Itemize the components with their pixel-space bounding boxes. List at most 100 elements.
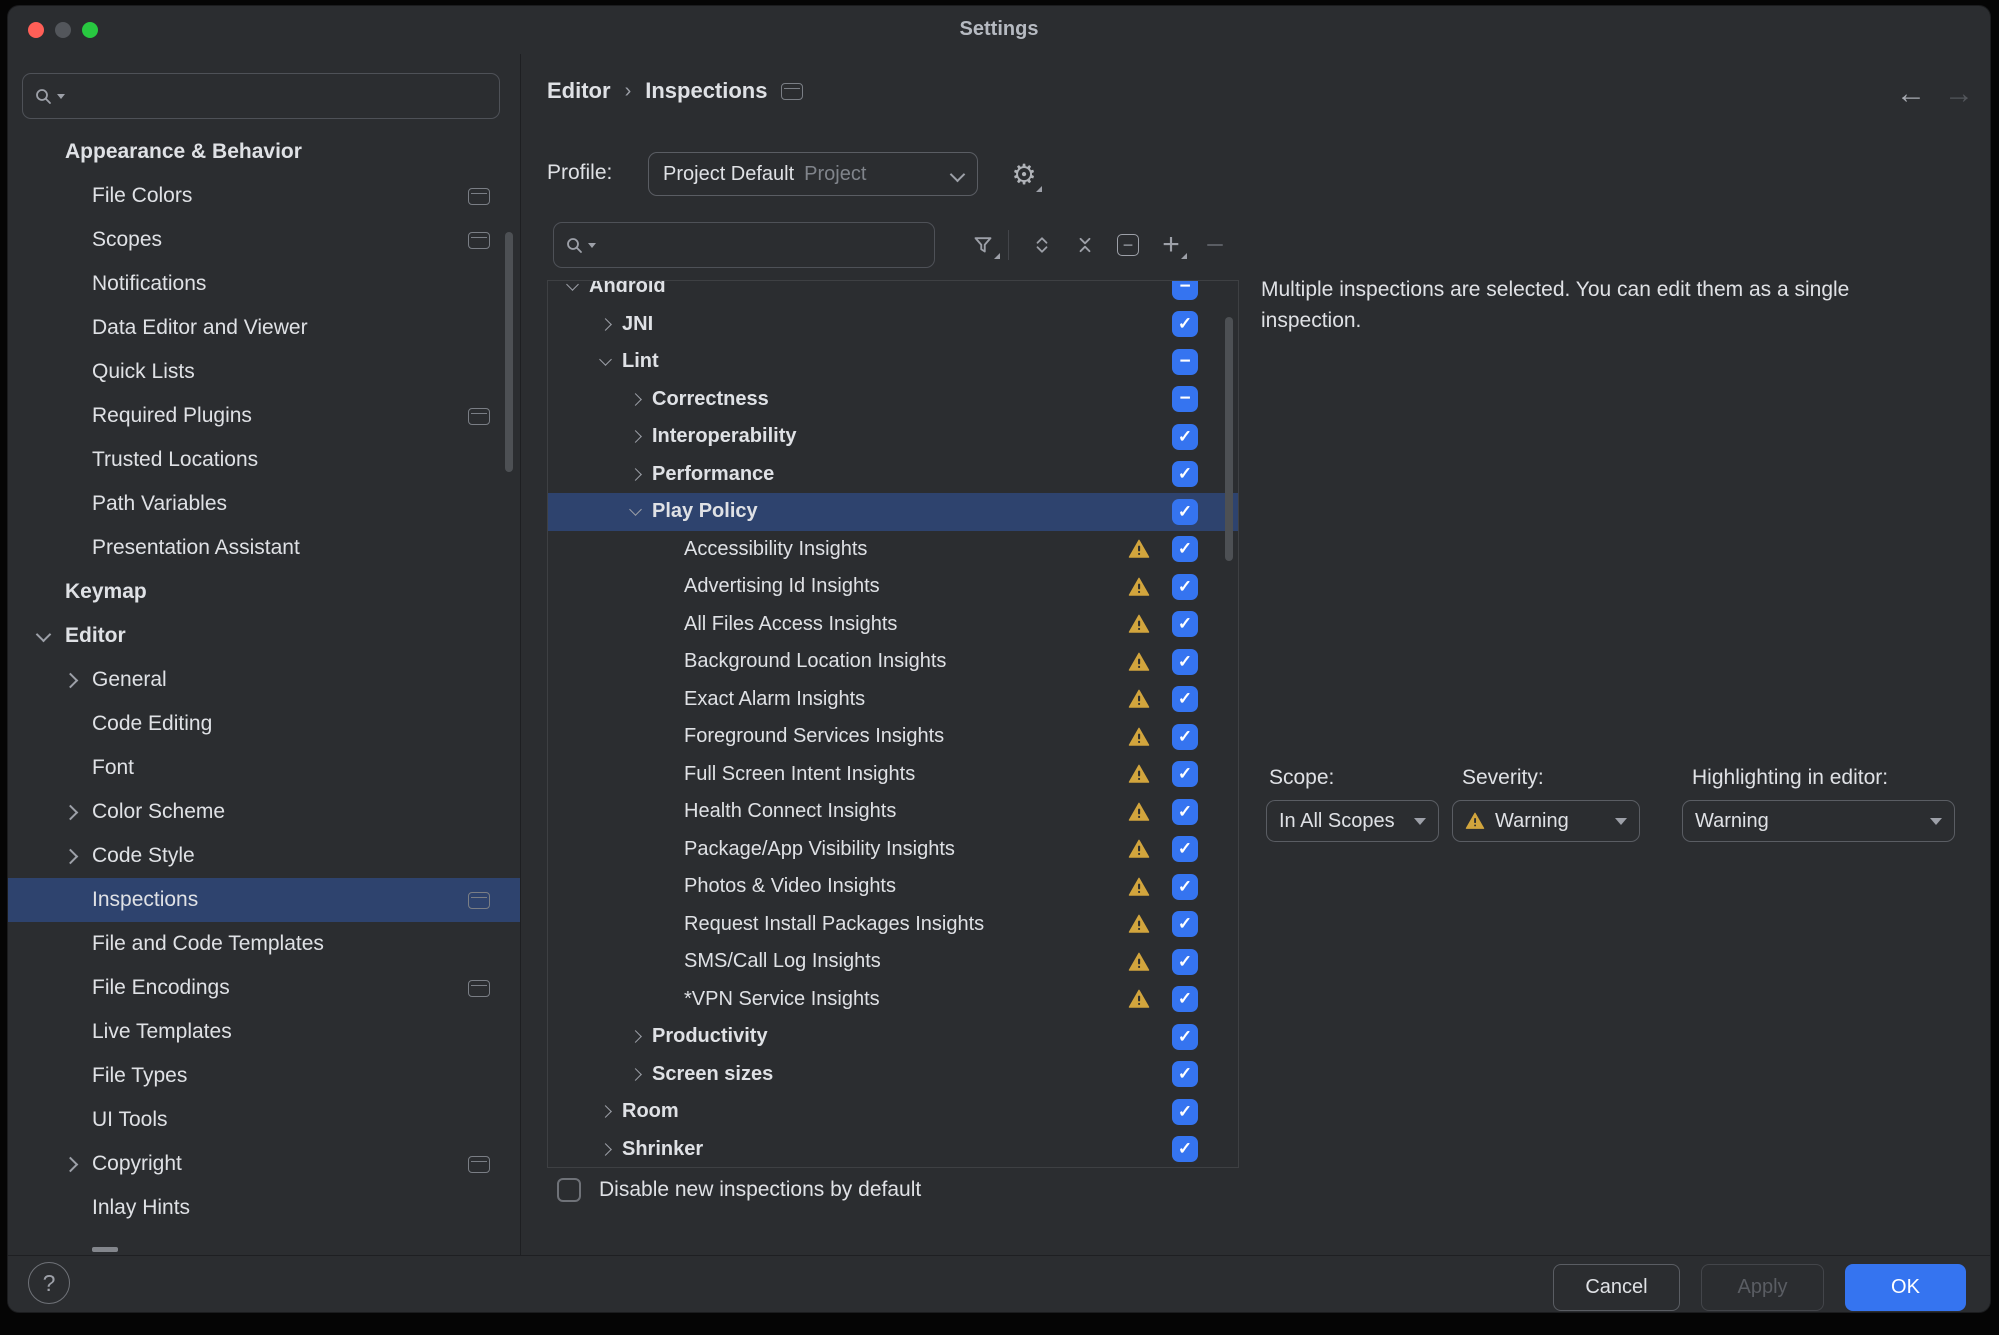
chevron-right-icon[interactable] (626, 465, 644, 483)
expand-all-button[interactable] (1025, 228, 1059, 262)
tree-row-room[interactable]: Room✓ (548, 1093, 1238, 1131)
sidebar-item-trusted-locations[interactable]: Trusted Locations (8, 438, 520, 482)
checkbox-checked[interactable]: ✓ (1172, 311, 1198, 337)
sidebar-section-appearance-behavior[interactable]: Appearance & Behavior (8, 130, 520, 174)
chevron-right-icon[interactable] (596, 1103, 614, 1121)
tree-row-foreground-services-insights[interactable]: Foreground Services Insights✓ (548, 718, 1238, 756)
checkbox-mixed[interactable]: − (1172, 349, 1198, 375)
sidebar-item-general[interactable]: General (8, 658, 520, 702)
tree-row-health-connect-insights[interactable]: Health Connect Insights✓ (548, 793, 1238, 831)
checkbox-checked[interactable]: ✓ (1172, 1024, 1198, 1050)
chevron-right-icon[interactable] (60, 670, 80, 690)
chevron-right-icon[interactable] (60, 846, 80, 866)
tree-row-sms-call-log-insights[interactable]: SMS/Call Log Insights✓ (548, 943, 1238, 981)
sidebar-section-keymap[interactable]: Keymap (8, 570, 520, 614)
tree-row-screen-sizes[interactable]: Screen sizes✓ (548, 1056, 1238, 1094)
tree-row-jni[interactable]: JNI✓ (548, 306, 1238, 344)
sidebar-section-editor[interactable]: Editor (8, 614, 520, 658)
sidebar-item-file-encodings[interactable]: File Encodings (8, 966, 520, 1010)
sidebar-search-input[interactable] (22, 73, 500, 119)
tree-row-photos-video-insights[interactable]: Photos & Video Insights✓ (548, 868, 1238, 906)
tree-row-vpn-service-insights[interactable]: *VPN Service Insights✓ (548, 981, 1238, 1019)
sidebar-item-file-colors[interactable]: File Colors (8, 174, 520, 218)
sidebar-item-copyright[interactable]: Copyright (8, 1142, 520, 1186)
checkbox-checked[interactable]: ✓ (1172, 836, 1198, 862)
checkbox-checked[interactable]: ✓ (1172, 461, 1198, 487)
chevron-right-icon[interactable] (596, 315, 614, 333)
sidebar-item-code-style[interactable]: Code Style (8, 834, 520, 878)
tree-row-request-install-packages-insights[interactable]: Request Install Packages Insights✓ (548, 906, 1238, 944)
sidebar-item-scopes[interactable]: Scopes (8, 218, 520, 262)
tree-scrollbar[interactable] (1225, 317, 1233, 561)
tree-row-productivity[interactable]: Productivity✓ (548, 1018, 1238, 1056)
checkbox-checked[interactable]: ✓ (1172, 1061, 1198, 1087)
checkbox-checked[interactable]: ✓ (1172, 536, 1198, 562)
sidebar-item-quick-lists[interactable]: Quick Lists (8, 350, 520, 394)
chevron-down-icon[interactable] (626, 503, 644, 521)
collapse-all-button[interactable] (1068, 228, 1102, 262)
checkbox-checked[interactable]: ✓ (1172, 799, 1198, 825)
sidebar-item-live-templates[interactable]: Live Templates (8, 1010, 520, 1054)
disable-inspection-button[interactable]: − (1111, 228, 1145, 262)
sidebar-item-code-editing[interactable]: Code Editing (8, 702, 520, 746)
sidebar-item-inspections[interactable]: Inspections (8, 878, 520, 922)
sidebar-item-file-types[interactable]: File Types (8, 1054, 520, 1098)
checkbox-checked[interactable]: ✓ (1172, 1136, 1198, 1162)
checkbox-checked[interactable]: ✓ (1172, 499, 1198, 525)
tree-row-full-screen-intent-insights[interactable]: Full Screen Intent Insights✓ (548, 756, 1238, 794)
chevron-right-icon[interactable] (626, 428, 644, 446)
highlighting-dropdown[interactable]: Warning (1682, 800, 1955, 842)
sidebar-scrollbar[interactable] (505, 232, 513, 472)
disable-new-inspections-row[interactable]: Disable new inspections by default (557, 1178, 921, 1202)
checkbox-checked[interactable]: ✓ (1172, 911, 1198, 937)
tree-row-lint[interactable]: Lint− (548, 343, 1238, 381)
checkbox-checked[interactable]: ✓ (1172, 874, 1198, 900)
back-arrow-button[interactable]: ← (1896, 76, 1926, 112)
checkbox-checked[interactable]: ✓ (1172, 574, 1198, 600)
breadcrumb-editor[interactable]: Editor (547, 78, 611, 104)
tree-row-correctness[interactable]: Correctness− (548, 381, 1238, 419)
tree-row-performance[interactable]: Performance✓ (548, 456, 1238, 494)
sidebar-item-path-variables[interactable]: Path Variables (8, 482, 520, 526)
tree-row-all-files-access-insights[interactable]: All Files Access Insights✓ (548, 606, 1238, 644)
checkbox-checked[interactable]: ✓ (1172, 649, 1198, 675)
chevron-down-icon[interactable] (563, 280, 581, 296)
tree-row-interoperability[interactable]: Interoperability✓ (548, 418, 1238, 456)
tree-row-shrinker[interactable]: Shrinker✓ (548, 1131, 1238, 1169)
checkbox-checked[interactable]: ✓ (1172, 424, 1198, 450)
profile-dropdown[interactable]: Project Default Project (648, 152, 978, 196)
tree-row-android[interactable]: Android− (548, 280, 1238, 306)
chevron-right-icon[interactable] (60, 802, 80, 822)
scope-dropdown[interactable]: In All Scopes (1266, 800, 1439, 842)
checkbox-unchecked[interactable] (557, 1178, 581, 1202)
tree-row-accessibility-insights[interactable]: Accessibility Insights✓ (548, 531, 1238, 569)
help-button[interactable]: ? (28, 1262, 70, 1304)
tree-row-package-app-visibility-insights[interactable]: Package/App Visibility Insights✓ (548, 831, 1238, 869)
filter-button[interactable] (966, 228, 1000, 262)
checkbox-mixed[interactable]: − (1172, 386, 1198, 412)
tree-row-advertising-id-insights[interactable]: Advertising Id Insights✓ (548, 568, 1238, 606)
checkbox-checked[interactable]: ✓ (1172, 986, 1198, 1012)
sidebar-item-font[interactable]: Font (8, 746, 520, 790)
cancel-button[interactable]: Cancel (1553, 1264, 1680, 1311)
checkbox-checked[interactable]: ✓ (1172, 724, 1198, 750)
profile-gear-button[interactable]: ⚙ (1004, 152, 1044, 196)
tree-row-play-policy[interactable]: Play Policy✓ (548, 493, 1238, 531)
add-inspection-button[interactable]: + (1154, 228, 1188, 262)
chevron-right-icon[interactable] (626, 390, 644, 408)
sidebar-item-presentation-assistant[interactable]: Presentation Assistant (8, 526, 520, 570)
tree-row-exact-alarm-insights[interactable]: Exact Alarm Insights✓ (548, 681, 1238, 719)
severity-dropdown[interactable]: Warning (1452, 800, 1640, 842)
chevron-right-icon[interactable] (626, 1028, 644, 1046)
chevron-down-icon[interactable] (596, 353, 614, 371)
chevron-right-icon[interactable] (60, 1154, 80, 1174)
ok-button[interactable]: OK (1845, 1264, 1966, 1311)
sidebar-item-required-plugins[interactable]: Required Plugins (8, 394, 520, 438)
checkbox-checked[interactable]: ✓ (1172, 686, 1198, 712)
sidebar-item-inlay-hints[interactable]: Inlay Hints (8, 1186, 520, 1230)
sidebar-item-color-scheme[interactable]: Color Scheme (8, 790, 520, 834)
checkbox-checked[interactable]: ✓ (1172, 949, 1198, 975)
chevron-right-icon[interactable] (596, 1140, 614, 1158)
sidebar-item-ui-tools[interactable]: UI Tools (8, 1098, 520, 1142)
sidebar-item-notifications[interactable]: Notifications (8, 262, 520, 306)
